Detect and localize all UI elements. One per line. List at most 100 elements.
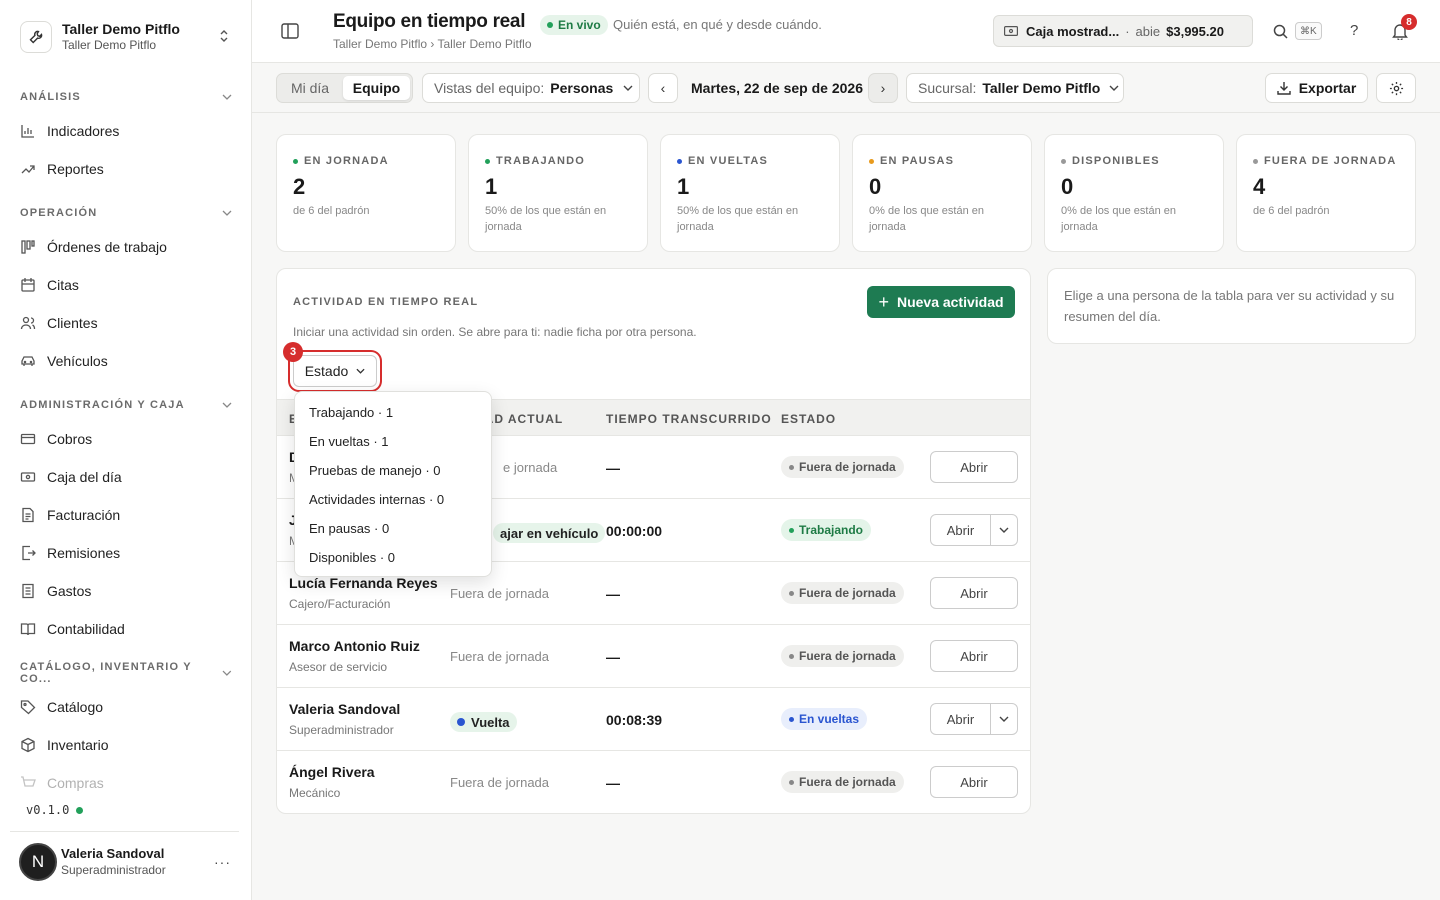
chevron-down-icon[interactable] (991, 704, 1017, 734)
card-label: TRABAJANDO (485, 155, 631, 167)
prev-day-button[interactable]: ‹ (648, 73, 678, 103)
menu-item-en-vueltas[interactable]: En vueltas · 1 (295, 427, 491, 456)
next-day-button[interactable]: › (868, 73, 898, 103)
status-dot (1253, 158, 1258, 164)
menu-item-trabajando[interactable]: Trabajando · 1 (295, 398, 491, 427)
summary-card-en-jornada: EN JORNADA 2 de 6 del padrón (276, 134, 456, 252)
sidebar-item-label: Inventario (47, 737, 109, 753)
sidebar-item-caja[interactable]: Caja del día (20, 462, 232, 492)
sidebar-item-cobros[interactable]: Cobros (20, 424, 232, 454)
card-label: DISPONIBLES (1061, 155, 1207, 167)
cart-icon (21, 776, 36, 787)
file-text-icon (22, 507, 34, 523)
open-split-button[interactable]: Abrir (930, 703, 1018, 735)
sidebar-item-inventario[interactable]: Inventario (20, 730, 232, 760)
card-label-text: DISPONIBLES (1072, 155, 1160, 167)
cashbox-status: abie (1135, 23, 1161, 39)
chevron-down-icon (222, 670, 232, 676)
live-badge: En vivo (540, 15, 608, 35)
card-subtext: 50% de los que están en jornada (677, 205, 799, 233)
current-activity: ajar en vehículo (493, 523, 606, 543)
summary-card-trabajando: TRABAJANDO 1 50% de los que están en jor… (468, 134, 648, 252)
chevron-down-icon (623, 85, 633, 91)
settings-button[interactable] (1376, 73, 1416, 103)
open-button[interactable]: Abrir (931, 515, 991, 545)
sidebar-item-ordenes[interactable]: Órdenes de trabajo (20, 232, 232, 262)
menu-item-disponibles[interactable]: Disponibles · 0 (295, 543, 491, 572)
sidebar-item-label: Cobros (47, 431, 93, 447)
kanban-icon (21, 240, 35, 254)
org-switcher[interactable]: Taller Demo Pitflo Taller Demo Pitflo (20, 17, 240, 57)
sidebar-item-gastos[interactable]: Gastos (20, 576, 232, 606)
branch-dropdown[interactable]: Sucursal: Taller Demo Pitflo (906, 73, 1124, 103)
tab-equipo[interactable]: Equipo (343, 76, 410, 100)
sidebar-item-label: Vehículos (47, 353, 108, 369)
cashbox-selector[interactable]: Caja mostrad... · abie $3,995.20 (993, 15, 1253, 47)
section-analisis[interactable]: ANÁLISIS (20, 87, 232, 107)
sidebar-item-facturacion[interactable]: Facturación (20, 500, 232, 530)
sidebar-item-citas[interactable]: Citas (20, 270, 232, 300)
receipt-icon (22, 583, 34, 599)
search-icon[interactable] (1273, 24, 1288, 39)
menu-item-actividades-internas[interactable]: Actividades internas · 0 (295, 485, 491, 514)
chevron-down-icon[interactable] (991, 515, 1017, 545)
more-icon[interactable]: ··· (214, 854, 231, 870)
step-badge: 3 (283, 342, 303, 362)
new-activity-button[interactable]: + Nueva actividad (867, 286, 1015, 318)
detail-panel: Elige a una persona de la tabla para ver… (1047, 268, 1416, 344)
sidebar-item-remisiones[interactable]: Remisiones (20, 538, 232, 568)
sidebar-item-clientes[interactable]: Clientes (20, 308, 232, 338)
tab-mi-dia[interactable]: Mi día (279, 76, 341, 100)
open-button[interactable]: Abrir (930, 766, 1018, 798)
status-dot (293, 158, 298, 164)
panel-title: ACTIVIDAD EN TIEMPO REAL (293, 296, 479, 308)
sidebar-toggle-icon[interactable] (281, 23, 299, 39)
date-label[interactable]: Martes, 22 de sep de 2026 (691, 80, 863, 96)
views-dropdown[interactable]: Vistas del equipo: Personas (422, 73, 640, 103)
open-button[interactable]: Abrir (930, 640, 1018, 672)
table-row[interactable]: Ángel Rivera Mecánico Fuera de jornada —… (277, 751, 1030, 813)
section-administracion[interactable]: ADMINISTRACIÓN Y CAJA (20, 395, 232, 415)
menu-item-pruebas-de-manejo[interactable]: Pruebas de manejo · 0 (295, 456, 491, 485)
sidebar-item-reportes[interactable]: Reportes (20, 154, 232, 184)
open-button[interactable]: Abrir (931, 704, 991, 734)
page-subtitle: Quién está, en qué y desde cuándo. (613, 17, 822, 32)
current-activity: Fuera de jornada (450, 649, 550, 664)
menu-item-en-pausas[interactable]: En pausas · 0 (295, 514, 491, 543)
sidebar-item-label: Clientes (47, 315, 98, 331)
sidebar-item-compras[interactable]: Compras (20, 768, 232, 798)
status-badge: Fuera de jornada (781, 456, 904, 478)
user-menu[interactable]: N Valeria Sandoval Superadministrador ··… (19, 842, 235, 882)
status-label: Fuera de jornada (799, 649, 896, 663)
status-dot (677, 158, 682, 164)
sidebar-item-vehiculos[interactable]: Vehículos (20, 346, 232, 376)
open-split-button[interactable]: Abrir (930, 514, 1018, 546)
status-filter-button[interactable]: Estado (293, 355, 377, 387)
status-dot (789, 653, 794, 659)
sidebar-item-catalogo[interactable]: Catálogo (20, 692, 232, 722)
open-button[interactable]: Abrir (930, 577, 1018, 609)
status-label: Fuera de jornada (799, 460, 896, 474)
section-catalogo[interactable]: CATÁLOGO, INVENTARIO Y CO... (20, 661, 232, 685)
open-button[interactable]: Abrir (930, 451, 1018, 483)
toolbar: Mi día Equipo Vistas del equipo: Personas… (252, 63, 1440, 113)
plus-icon: + (878, 291, 889, 312)
tag-icon (20, 700, 36, 715)
status-dot (457, 718, 465, 726)
notification-count: 8 (1401, 14, 1417, 30)
sidebar-item-contabilidad[interactable]: Contabilidad (20, 614, 232, 644)
sidebar-item-label: Gastos (47, 583, 92, 599)
table-row[interactable]: Marco Antonio Ruiz Asesor de servicio Fu… (277, 625, 1030, 688)
current-activity-label: Vuelta (471, 714, 510, 730)
page-header: Equipo en tiempo real En vivo Quién está… (252, 0, 1440, 63)
status-badge: Trabajando (781, 519, 872, 541)
current-activity: e jornada (503, 460, 558, 475)
table-row[interactable]: Valeria Sandoval Superadministrador Vuel… (277, 688, 1030, 751)
sidebar-item-indicadores[interactable]: Indicadores (20, 116, 232, 146)
section-operacion[interactable]: OPERACIÓN (20, 203, 232, 223)
sidebar-item-label: Indicadores (47, 123, 120, 139)
help-icon[interactable]: ? (1350, 22, 1358, 39)
version-label: v0.1.0 (26, 803, 70, 817)
export-button[interactable]: Exportar (1265, 73, 1368, 103)
status-dot (789, 779, 794, 785)
